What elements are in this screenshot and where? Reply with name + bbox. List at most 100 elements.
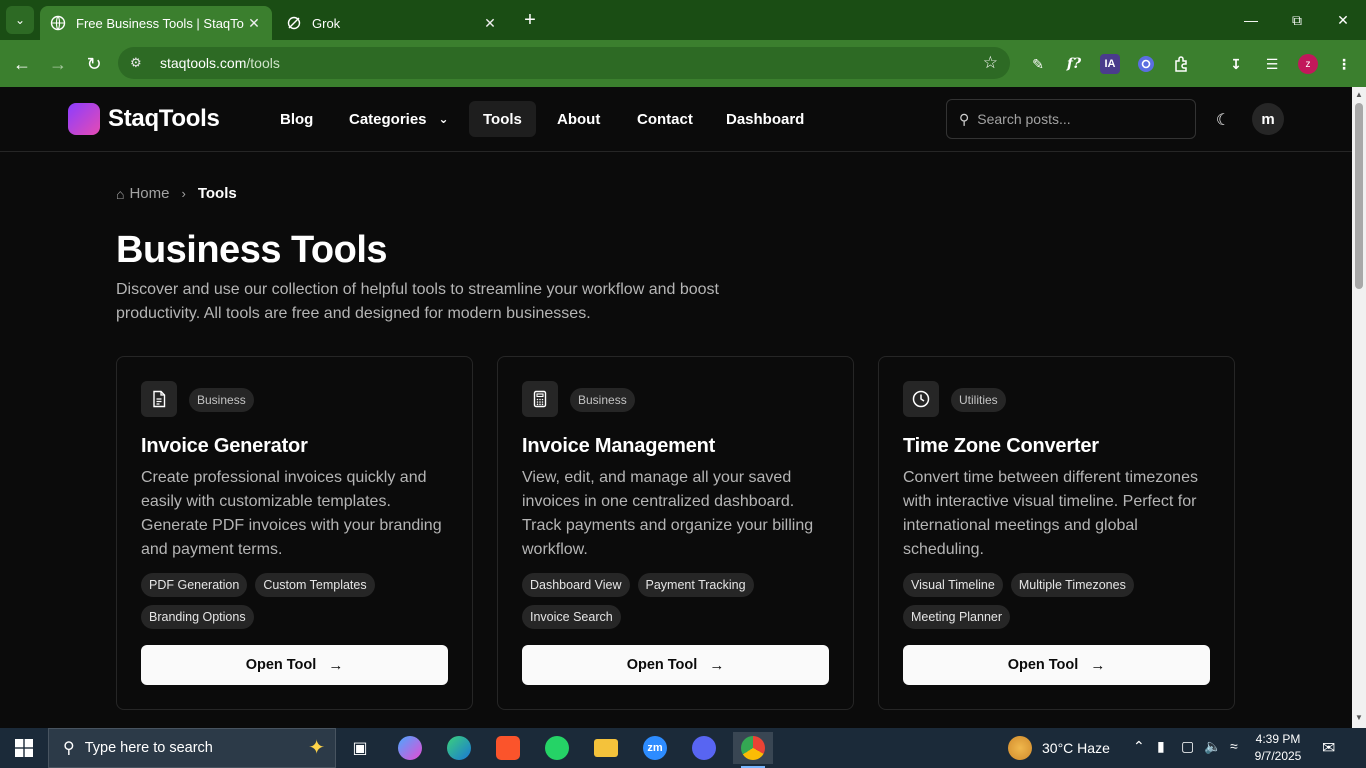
- user-avatar[interactable]: m: [1252, 103, 1284, 135]
- category-badge: Utilities: [951, 388, 1006, 412]
- browser-menu-icon[interactable]: ⋮: [1332, 52, 1356, 76]
- nav-label: Categories: [349, 110, 427, 128]
- calculator-icon: [522, 381, 558, 417]
- volume-icon[interactable]: 🔈: [1204, 738, 1221, 755]
- restore-button[interactable]: ⧉: [1274, 0, 1320, 40]
- close-icon[interactable]: ✕: [480, 15, 500, 32]
- page-description: Discover and use our collection of helpf…: [116, 281, 719, 322]
- profile-avatar[interactable]: z: [1298, 54, 1318, 74]
- scroll-up-icon[interactable]: ▲: [1355, 91, 1363, 99]
- document-icon: [141, 381, 177, 417]
- windows-start-icon[interactable]: [0, 728, 48, 768]
- nav-label: Blog: [280, 110, 314, 128]
- wifi-icon[interactable]: ≈: [1230, 738, 1238, 754]
- nav-link-tools[interactable]: Tools: [469, 101, 536, 137]
- tab-search-button[interactable]: ⌄: [6, 6, 34, 34]
- open-tool-button[interactable]: Open Tool →: [141, 645, 448, 685]
- feature-tag: Meeting Planner: [903, 605, 1011, 629]
- search-icon: ⚲: [63, 740, 75, 757]
- nav-link-categories[interactable]: Categories ⌄: [335, 101, 463, 137]
- whatsapp-icon[interactable]: [537, 732, 577, 764]
- chevron-up-icon[interactable]: ⌃: [1133, 738, 1145, 755]
- download-icon[interactable]: ↧: [1224, 52, 1248, 76]
- discord-icon[interactable]: [684, 732, 724, 764]
- logo-icon[interactable]: [68, 103, 100, 135]
- taskbar-search-input[interactable]: ⚲ Type here to search ✦: [48, 728, 336, 768]
- button-label: Open Tool: [245, 657, 317, 673]
- site-info-icon[interactable]: ⚙: [130, 55, 146, 71]
- card-description: View, edit, and manage all your saved in…: [522, 469, 814, 558]
- media-control-icon[interactable]: ☰: [1260, 52, 1284, 76]
- home-icon: ⌂: [116, 185, 125, 202]
- feature-tag: PDF Generation: [141, 573, 248, 597]
- chevron-down-icon: ⌄: [438, 112, 449, 126]
- minimize-button[interactable]: —: [1228, 0, 1274, 40]
- moon-icon[interactable]: ☾: [1210, 107, 1236, 133]
- chevron-down-icon: ⌄: [14, 13, 26, 27]
- brave-icon[interactable]: [488, 732, 528, 764]
- url-path: /tools: [246, 55, 280, 71]
- breadcrumb-home[interactable]: Home: [129, 185, 169, 202]
- zoom-icon[interactable]: zm: [635, 732, 675, 764]
- scroll-down-icon[interactable]: ▼: [1355, 714, 1363, 722]
- web-page: StaqTools Blog Categories ⌄ Tools About C…: [0, 87, 1352, 728]
- url-host: staqtools.com: [160, 55, 247, 71]
- reload-button[interactable]: ↻: [80, 50, 108, 78]
- back-button[interactable]: ←: [8, 50, 36, 78]
- edge-icon[interactable]: [439, 732, 479, 764]
- nav-link-dashboard[interactable]: Dashboard: [712, 101, 818, 137]
- web-favicon-icon: [50, 15, 66, 31]
- clock-time: 4:39 PM: [1255, 732, 1301, 746]
- file-explorer-icon[interactable]: [586, 732, 626, 764]
- card-description: Convert time between different timezones…: [903, 469, 1198, 558]
- ia-extension-icon[interactable]: IA: [1100, 54, 1120, 74]
- arrow-right-icon: →: [709, 656, 725, 674]
- category-badge: Business: [570, 388, 635, 412]
- display-icon[interactable]: ▢: [1181, 738, 1194, 755]
- open-tool-button[interactable]: Open Tool →: [903, 645, 1210, 685]
- weather-widget[interactable]: 30°C Haze: [1008, 736, 1110, 760]
- arrow-right-icon: →: [1090, 656, 1106, 674]
- chrome-icon[interactable]: [733, 732, 773, 768]
- category-badge: Business: [189, 388, 254, 412]
- copilot-icon[interactable]: [390, 732, 430, 764]
- task-view-icon[interactable]: ▣: [340, 732, 380, 764]
- scroll-thumb[interactable]: [1355, 103, 1363, 289]
- forward-button[interactable]: →: [44, 50, 72, 78]
- logo-text[interactable]: StaqTools: [108, 105, 220, 133]
- feature-tag: Dashboard View: [522, 573, 630, 597]
- feature-tag: Custom Templates: [255, 573, 375, 597]
- settings-extension-icon[interactable]: [1134, 52, 1158, 76]
- bookmark-star-icon[interactable]: ☆: [983, 53, 998, 73]
- feature-tags: Visual Timeline Multiple Timezones Meeti…: [903, 573, 1215, 629]
- breadcrumb: ⌂ Home › Tools: [116, 185, 237, 202]
- nav-link-about[interactable]: About: [543, 101, 614, 137]
- button-label: Open Tool: [626, 657, 698, 673]
- open-tool-button[interactable]: Open Tool →: [522, 645, 829, 685]
- tab-grok[interactable]: Grok ✕: [276, 6, 508, 40]
- tool-card-time-zone-converter: Utilities Time Zone Converter Convert ti…: [878, 356, 1235, 710]
- window-close-button[interactable]: ✕: [1320, 0, 1366, 40]
- arrow-right-icon: →: [328, 656, 344, 674]
- system-clock[interactable]: 4:39 PM 9/7/2025: [1253, 731, 1303, 765]
- eyedropper-extension-icon[interactable]: ✎: [1026, 52, 1050, 76]
- search-input[interactable]: ⚲ Search posts...: [946, 99, 1196, 139]
- nav-link-contact[interactable]: Contact: [623, 101, 707, 137]
- close-icon[interactable]: ✕: [244, 15, 264, 32]
- nav-label: Contact: [637, 110, 693, 128]
- nav-link-blog[interactable]: Blog: [266, 101, 327, 137]
- site-header: StaqTools Blog Categories ⌄ Tools About C…: [0, 87, 1352, 152]
- page-scrollbar[interactable]: ▲ ▼: [1352, 87, 1366, 728]
- new-tab-button[interactable]: +: [518, 8, 542, 32]
- feature-tags: Dashboard View Payment Tracking Invoice …: [522, 573, 834, 629]
- battery-icon[interactable]: ▮: [1157, 738, 1165, 755]
- function-extension-icon[interactable]: f?: [1062, 52, 1086, 76]
- tab-staqtools[interactable]: Free Business Tools | StaqTools ✕: [40, 6, 272, 40]
- extensions-puzzle-icon[interactable]: [1170, 52, 1194, 76]
- tool-card-invoice-generator: Business Invoice Generator Create profes…: [116, 356, 473, 710]
- weather-text: 30°C Haze: [1042, 740, 1110, 756]
- notification-icon[interactable]: ✉: [1322, 738, 1335, 758]
- grok-icon: [286, 15, 302, 31]
- address-bar[interactable]: ⚙ staqtools.com/tools ☆: [118, 47, 1010, 79]
- windows-taskbar: ⚲ Type here to search ✦ ▣ zm 30°C Haze ⌃…: [0, 728, 1366, 768]
